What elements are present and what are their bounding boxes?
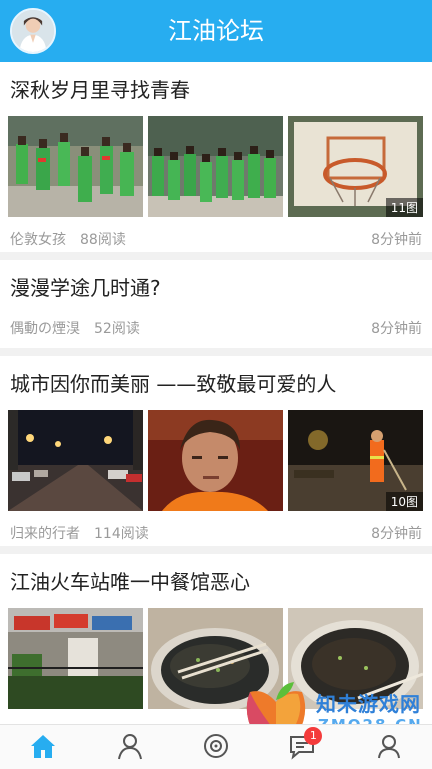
post-thumbnails: 10图 <box>0 402 432 511</box>
home-icon <box>31 735 56 758</box>
post-reads: 88阅读 <box>80 232 126 248</box>
tab-profile[interactable] <box>346 725 432 769</box>
bottom-tab-bar: 1 <box>0 724 432 769</box>
post-meta: 偶動の煙湨 52阅读 8分钟前 <box>0 306 432 350</box>
tab-community[interactable] <box>86 725 172 769</box>
tab-discover[interactable] <box>173 725 259 769</box>
post-card[interactable]: 漫漫学途几时通? 偶動の煙湨 52阅读 8分钟前 <box>0 260 432 356</box>
post-title[interactable]: 漫漫学途几时通? <box>0 260 432 306</box>
header-bar: 江油论坛 <box>0 0 432 62</box>
post-feed: 深秋岁月里寻找青春 11图 伦敦女孩 88阅读 8分钟前 漫漫学途几时通? 偶動… <box>0 62 432 754</box>
image-count-badge: 10图 <box>385 492 423 511</box>
post-thumbnail[interactable] <box>148 116 283 217</box>
post-thumbnails: 11图 <box>0 108 432 217</box>
post-reads: 52阅读 <box>94 321 140 337</box>
tab-home[interactable] <box>0 725 86 769</box>
post-time: 8分钟前 <box>371 526 422 542</box>
post-title[interactable]: 江油火车站唯一中餐馆恶心 <box>0 554 432 600</box>
post-title[interactable]: 深秋岁月里寻找青春 <box>0 62 432 108</box>
user-icon <box>117 734 142 760</box>
profile-icon <box>377 735 400 759</box>
post-time: 8分钟前 <box>371 232 422 248</box>
post-author[interactable]: 偶動の煙湨 <box>10 321 80 337</box>
post-card[interactable]: 深秋岁月里寻找青春 11图 伦敦女孩 88阅读 8分钟前 <box>0 62 432 260</box>
post-thumbnail[interactable] <box>148 410 283 511</box>
watermark-text: 知未游戏网 <box>316 692 421 716</box>
post-thumbnail[interactable]: 10图 <box>288 410 423 511</box>
post-meta: 伦敦女孩 88阅读 8分钟前 <box>0 217 432 261</box>
post-time: 8分钟前 <box>371 321 422 337</box>
discover-icon <box>204 734 229 758</box>
page-title: 江油论坛 <box>168 17 264 45</box>
post-thumbnail[interactable] <box>8 608 143 709</box>
post-thumbnail[interactable] <box>8 116 143 217</box>
post-meta: 归来的行者 114阅读 8分钟前 <box>0 511 432 555</box>
post-thumbnail[interactable] <box>8 410 143 511</box>
post-title[interactable]: 城市因你而美丽 ——致敬最可爱的人 <box>0 356 432 402</box>
post-author[interactable]: 伦敦女孩 <box>10 232 66 248</box>
post-reads: 114阅读 <box>94 526 149 542</box>
post-author[interactable]: 归来的行者 <box>10 526 80 542</box>
image-count-badge: 11图 <box>385 198 423 217</box>
tab-messages[interactable]: 1 <box>259 725 345 769</box>
post-card[interactable]: 城市因你而美丽 ——致敬最可爱的人 10图 归来的行者 114阅读 8分钟前 <box>0 356 432 554</box>
notification-badge: 1 <box>304 727 323 745</box>
post-thumbnail[interactable]: 11图 <box>288 116 423 217</box>
